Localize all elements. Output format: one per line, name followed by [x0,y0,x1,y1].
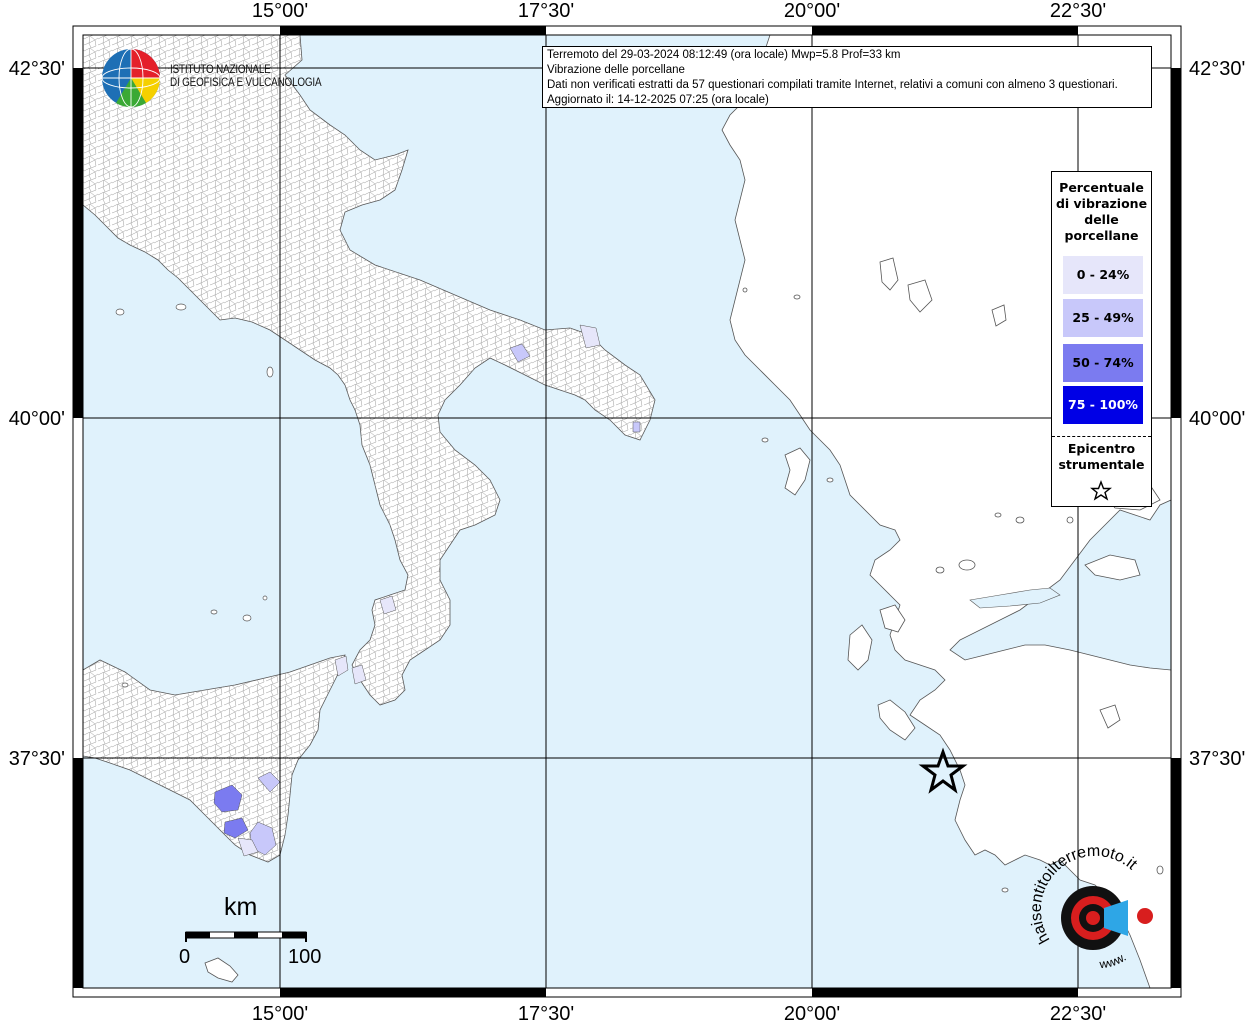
lat-label: 40°00' [9,408,65,430]
legend-title-line: delle [1084,212,1119,227]
legend-epicenter-line: strumentale [1058,457,1145,472]
event-info-line: Terremoto del 29-03-2024 08:12:49 (ora l… [547,49,901,61]
event-info-line: Dati non verificati estratti da 57 quest… [547,79,1118,91]
event-info-line: Vibrazione delle porcellane [547,64,685,76]
lat-label: 42°30' [9,58,65,80]
legend-title: Percentuale di vibrazione delle porcella… [1052,180,1151,244]
lon-label: 20°00' [784,1003,840,1024]
legend-title-line: porcellane [1064,228,1139,243]
legend-class-3: 75 - 100% [1063,386,1143,424]
legend-title-line: Percentuale [1059,180,1144,195]
ingv-logo-text: ISTITUTO NAZIONALE DI GEOFISICA E VULCAN… [170,64,322,90]
lon-label: 22°30' [1050,1003,1106,1024]
ingv-line: DI GEOFISICA E VULCANOLOGIA [170,77,322,89]
lon-label: 20°00' [784,0,840,22]
legend-title-line: di vibrazione [1055,196,1148,211]
longitude-labels-bottom: 15°00' 17°30' 20°00' 22°30' [252,1003,1106,1024]
lon-label: 15°00' [252,1003,308,1024]
ingv-line: ISTITUTO NAZIONALE [170,64,271,76]
event-info-box: Terremoto del 29-03-2024 08:12:49 (ora l… [542,46,1152,108]
longitude-labels-top: 15°00' 17°30' 20°00' 22°30' [252,0,1106,22]
legend-epicenter-line: Epicentro [1067,441,1136,456]
legend-separator [1052,436,1151,437]
lon-label: 15°00' [252,0,308,22]
lon-label: 17°30' [518,0,574,22]
legend-star-icon [1090,480,1112,501]
lon-label: 22°30' [1050,0,1106,22]
ingv-logo-icon [101,48,161,108]
event-info-line: Aggiornato il: 14-12-2025 07:25 (ora loc… [547,94,769,106]
map-canvas: 15°00' 17°30' 20°00' 22°30' 15°00' 17°30… [9,0,1246,1024]
lat-label: 42°30' [1189,58,1245,80]
legend-class-1: 25 - 49% [1063,299,1143,337]
lat-label: 37°30' [1189,748,1245,770]
lat-label: 40°00' [1189,408,1245,430]
lat-label: 37°30' [9,748,65,770]
latitude-labels-right: 42°30' 40°00' 37°30' [1189,58,1245,770]
legend: Percentuale di vibrazione delle porcella… [1051,171,1152,507]
scale-unit: km [224,893,258,921]
legend-class-2: 50 - 74% [1063,344,1143,382]
scale-end: 100 [288,946,322,968]
latitude-labels-left: 42°30' 40°00' 37°30' [9,58,65,770]
legend-epicenter-label: Epicentro strumentale [1052,441,1151,473]
scale-start: 0 [179,946,191,968]
legend-class-0: 0 - 24% [1063,256,1143,294]
lon-label: 17°30' [518,1003,574,1024]
